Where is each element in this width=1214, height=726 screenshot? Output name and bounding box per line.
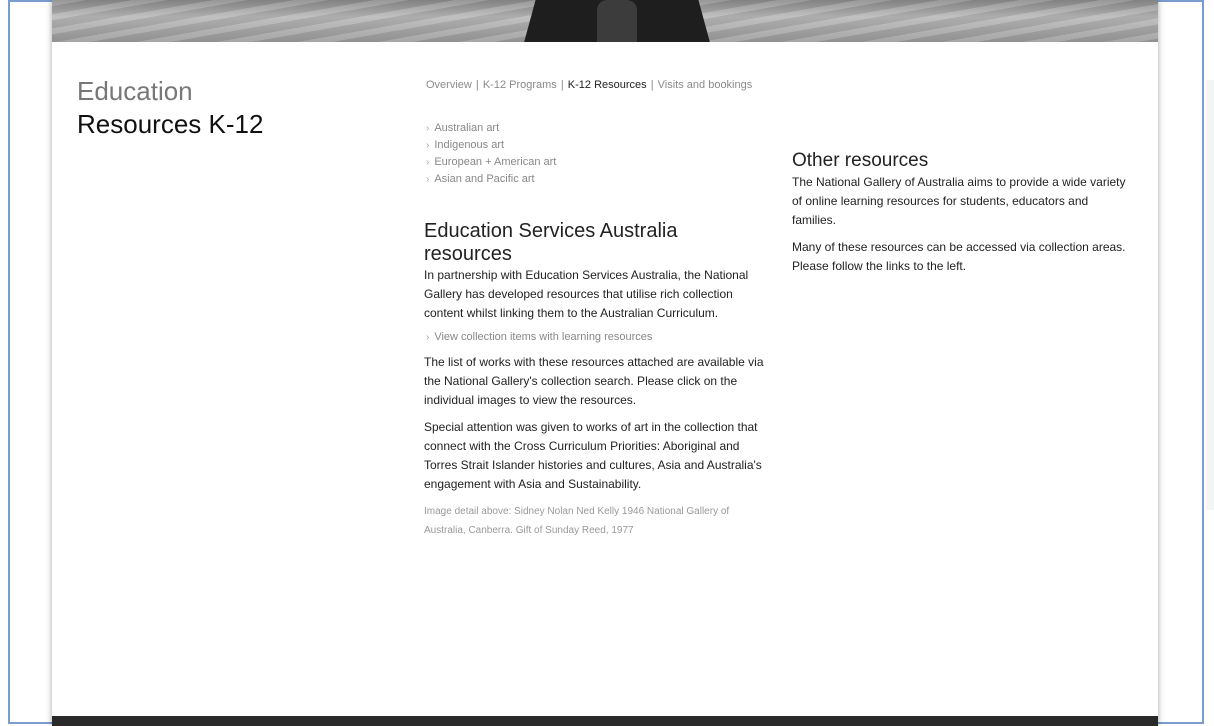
learning-resources-link-label: View collection items with learning reso… [434,331,653,343]
chevron-right-icon: › [426,174,430,185]
section-title: Education [77,76,193,106]
banner-image [52,0,1158,42]
section-subtitle: Resources K-12 [77,109,264,139]
nav-separator: | [650,79,654,91]
category-indigenous-art[interactable]: Indigenous art [434,139,504,151]
chevron-right-icon: › [426,157,430,168]
chevron-right-icon: › [426,140,430,151]
cross-curriculum-paragraph: Special attention was given to works of … [424,420,762,491]
nav-k12-resources[interactable]: K-12 Resources [568,79,647,91]
image-credit: Image detail above: Sidney Nolan Ned Kel… [424,506,730,536]
top-nav: Overview | K-12 Programs | K-12 Resource… [426,79,752,91]
nav-separator: | [475,79,479,91]
banner-figure-detail [597,0,637,42]
side-column: Other resources The National Gallery of … [792,148,1132,284]
nav-separator: | [560,79,564,91]
footer-bar [52,716,1158,726]
nav-k12-programs[interactable]: K-12 Programs [483,79,557,91]
page-container: Education Resources K-12 Overview | K-12… [52,0,1158,726]
chevron-right-icon: › [426,332,430,343]
list-item: › Australian art [426,120,556,137]
other-resources-paragraph-1: The National Gallery of Australia aims t… [792,175,1126,227]
list-item: › European + American art [426,154,556,171]
right-edge-panel [1206,80,1214,510]
category-list: › Australian art › Indigenous art › Europea… [426,120,556,188]
other-resources-paragraph-2: Many of these resources can be accessed … [792,240,1126,273]
nav-visits-bookings[interactable]: Visits and bookings [658,79,753,91]
esa-heading: Education Services Australia resources [424,220,678,265]
chevron-right-icon: › [426,123,430,134]
works-list-paragraph: The list of works with these resources a… [424,355,764,407]
main-column: Education Services Australia resources I… [424,220,764,548]
esa-intro: In partnership with Education Services A… [424,268,749,320]
list-item: › Asian and Pacific art [426,171,556,188]
nav-overview[interactable]: Overview [426,79,472,91]
category-asian-pacific-art[interactable]: Asian and Pacific art [434,173,534,185]
learning-resources-link[interactable]: › View collection items with learning res… [426,331,764,343]
category-australian-art[interactable]: Australian art [434,122,499,134]
other-resources-heading: Other resources [792,150,929,171]
list-item: › Indigenous art [426,137,556,154]
category-european-american-art[interactable]: European + American art [434,156,556,168]
